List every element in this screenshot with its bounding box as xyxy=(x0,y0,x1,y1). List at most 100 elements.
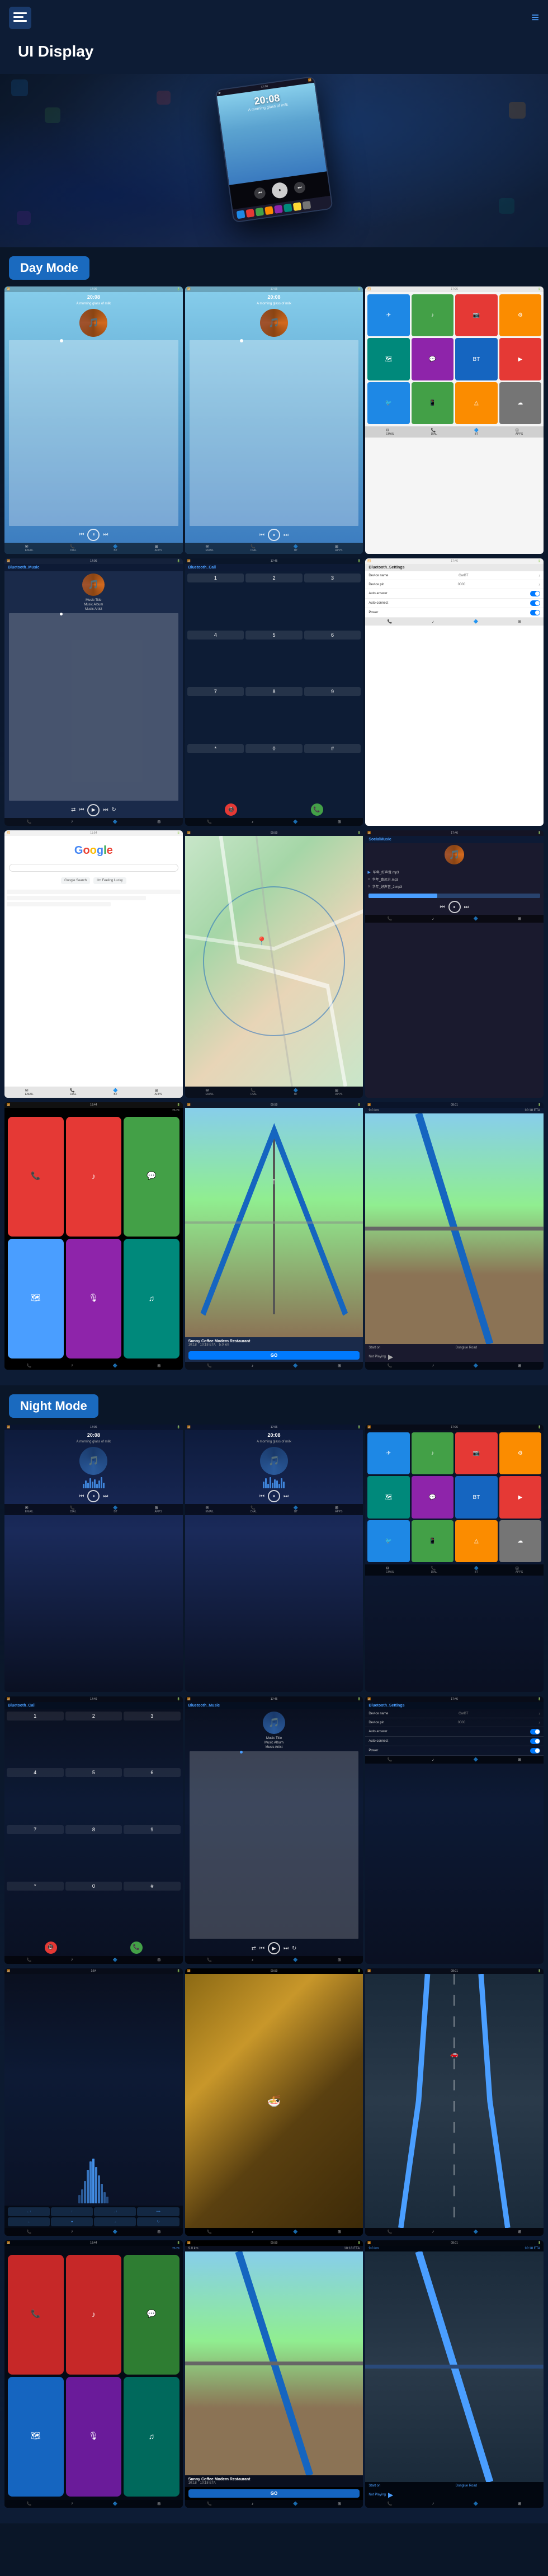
nav-btn-6[interactable]: ● xyxy=(51,2217,93,2226)
apps-icon[interactable]: ⊞ xyxy=(338,1364,341,1368)
go-button[interactable]: GO xyxy=(188,1351,360,1360)
phone-icon[interactable]: 📞 xyxy=(207,2502,212,2506)
music-icon[interactable]: ♪ xyxy=(71,1364,73,1367)
apps-icon[interactable]: ⊞ xyxy=(518,2230,522,2234)
music-icon[interactable]: ♪ xyxy=(71,2502,73,2506)
dial-btn[interactable]: 📞 xyxy=(130,1942,143,1954)
key-5[interactable]: 5 xyxy=(65,1768,122,1777)
key-9[interactable]: 9 xyxy=(304,687,361,696)
music-icon[interactable]: ♪ xyxy=(432,620,434,624)
apps-icon[interactable]: ⊞ xyxy=(157,1364,160,1368)
bt-icon[interactable]: 🔷 xyxy=(293,2502,298,2506)
prev-icon[interactable]: ⏮ xyxy=(79,532,84,538)
nav-btn-1[interactable]: ←↑ xyxy=(8,2207,50,2216)
prev-icon[interactable]: ⏮ xyxy=(79,807,84,813)
track-3[interactable]: ○ 华年_好声音_2.mp3 xyxy=(367,883,541,890)
phone-icon[interactable]: 📞 xyxy=(251,544,257,549)
next-btn[interactable]: ⏭ xyxy=(294,181,306,194)
carplay-spotify[interactable]: ♫ xyxy=(124,1239,179,1358)
email-icon[interactable]: ✉ xyxy=(205,1088,214,1093)
music-icon[interactable]: ♪ xyxy=(252,1958,254,1962)
key-7[interactable]: 7 xyxy=(7,1825,64,1834)
go-button[interactable]: GO xyxy=(188,2489,360,2498)
app-settings[interactable]: ⚙ xyxy=(499,294,541,336)
nav-icon[interactable]: ≡ xyxy=(531,10,539,26)
key-4[interactable]: 4 xyxy=(187,631,244,640)
shuffle-icon[interactable]: ⇄ xyxy=(252,1945,256,1952)
app-bt[interactable]: BT xyxy=(455,1476,497,1518)
bt-icon[interactable]: 🔷 xyxy=(294,1506,299,1510)
bt-icon[interactable]: 🔷 xyxy=(474,428,479,433)
apps-icon[interactable]: ⊞ xyxy=(518,916,522,921)
power-toggle[interactable] xyxy=(530,610,540,615)
phone-icon[interactable]: 📞 xyxy=(207,2230,212,2234)
music-icon[interactable]: ♪ xyxy=(432,2502,434,2506)
key-2[interactable]: 2 xyxy=(245,574,303,582)
key-0[interactable]: 0 xyxy=(245,744,303,753)
email-icon[interactable]: ✉ xyxy=(25,1088,34,1093)
carplay-spotify[interactable]: ♫ xyxy=(124,2377,179,2497)
email-icon[interactable]: ✉ xyxy=(205,544,214,549)
nav-btn-7[interactable]: → xyxy=(94,2217,136,2226)
phone-icon[interactable]: 📞 xyxy=(207,1958,212,1962)
phone-icon[interactable]: 📞 xyxy=(388,1364,393,1368)
logo-icon[interactable] xyxy=(9,7,31,29)
app-bt[interactable]: BT xyxy=(455,338,497,380)
email-icon[interactable]: ✉ xyxy=(386,1566,394,1571)
app-drive[interactable]: △ xyxy=(455,1520,497,1562)
phone-icon[interactable]: 📞 xyxy=(251,1506,257,1510)
bt-icon[interactable]: 🔷 xyxy=(294,544,299,549)
music-icon[interactable]: ♪ xyxy=(71,820,73,824)
key-6[interactable]: 6 xyxy=(124,1768,181,1777)
apps-icon[interactable]: ⊞ xyxy=(518,619,522,624)
apps-icon[interactable]: ⊞ xyxy=(516,428,523,433)
play-btn[interactable]: ⏸ xyxy=(271,181,289,199)
apps-icon[interactable]: ⊞ xyxy=(335,1506,342,1510)
play-pause-btn[interactable]: ⏸ xyxy=(268,529,280,541)
email-icon[interactable]: ✉ xyxy=(25,544,34,549)
apps-icon[interactable]: ⊞ xyxy=(518,1364,522,1368)
bt-icon[interactable]: 🔷 xyxy=(113,820,118,824)
phone-icon[interactable]: 📞 xyxy=(251,1088,257,1093)
nav-map[interactable] xyxy=(185,2251,363,2475)
key-1[interactable]: 1 xyxy=(7,1712,64,1721)
music-icon[interactable]: ♪ xyxy=(252,2502,254,2506)
nav-btn-4[interactable]: ⟺ xyxy=(137,2207,179,2216)
phone-icon[interactable]: 📞 xyxy=(70,1088,76,1093)
playback-controls[interactable]: ⏮ ⏸ ⏭ xyxy=(4,1488,183,1504)
playback-controls[interactable]: ⇄ ⏮ ▶ ⏭ ↻ xyxy=(4,802,183,818)
key-3[interactable]: 3 xyxy=(124,1712,181,1721)
apps-icon[interactable]: ⊞ xyxy=(157,820,160,824)
key-8[interactable]: 8 xyxy=(245,687,303,696)
carplay-messages[interactable]: 💬 xyxy=(124,1117,179,1237)
map-view[interactable]: 📍 xyxy=(185,836,363,1087)
key-hash[interactable]: # xyxy=(124,1882,181,1891)
carplay-podcasts[interactable]: 🎙 xyxy=(66,1239,122,1358)
app-twitter[interactable]: 🐦 xyxy=(367,382,409,424)
phone-icon[interactable]: 📞 xyxy=(70,544,76,549)
bt-icon[interactable]: 🔷 xyxy=(113,1088,118,1093)
playback-controls[interactable]: ⏮ ⏸ ⏭ xyxy=(365,899,544,915)
playback-controls[interactable]: ⇄ ⏮ ▶ ⏭ ↻ xyxy=(185,1940,363,1956)
auto-answer-toggle[interactable] xyxy=(530,1729,540,1734)
email-icon[interactable]: ✉ xyxy=(205,1506,214,1510)
app-settings[interactable]: ⚙ xyxy=(499,1432,541,1474)
bt-icon[interactable]: 🔷 xyxy=(474,1566,479,1571)
carplay-messages[interactable]: 💬 xyxy=(124,2255,179,2375)
play-icon[interactable]: ▶ xyxy=(388,2491,393,2499)
music-icon[interactable]: ♪ xyxy=(252,2230,254,2234)
next-icon[interactable]: ⏭ xyxy=(284,1493,289,1499)
bt-icon[interactable]: 🔷 xyxy=(474,2502,479,2506)
end-call-btn[interactable]: 📵 xyxy=(45,1942,57,1954)
feeling-lucky-btn[interactable]: I'm Feeling Lucky xyxy=(93,877,126,884)
nav-btn-8[interactable]: ↻ xyxy=(137,2217,179,2226)
playback-controls[interactable]: ⏮ ⏸ ⏭ xyxy=(4,527,183,543)
auto-connect-toggle[interactable] xyxy=(530,1738,540,1744)
music-icon[interactable]: ♪ xyxy=(252,820,254,824)
track-1[interactable]: ▶ 华年_好声音.mp3 xyxy=(367,868,541,876)
app-twitter[interactable]: 🐦 xyxy=(367,1520,409,1562)
bt-icon[interactable]: 🔷 xyxy=(474,2230,479,2234)
bt-icon[interactable]: 🔷 xyxy=(293,1958,298,1962)
app-drive[interactable]: △ xyxy=(455,382,497,424)
bt-icon[interactable]: 🔷 xyxy=(474,1757,479,1762)
